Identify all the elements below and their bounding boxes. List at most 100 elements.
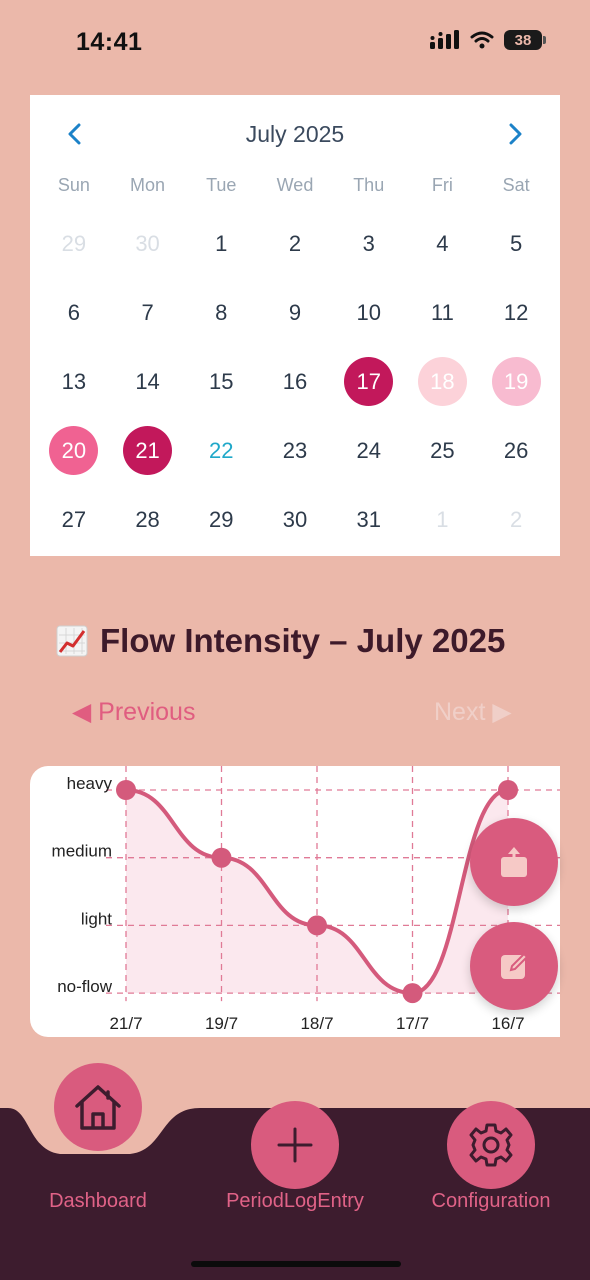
calendar-day[interactable]: 19 — [479, 347, 553, 416]
calendar-day[interactable]: 30 — [258, 485, 332, 554]
calendar-day-number: 12 — [503, 299, 529, 325]
calendar-day[interactable]: 5 — [479, 209, 553, 278]
weekday-label: Mon — [130, 175, 166, 195]
calendar-day[interactable]: 10 — [332, 278, 406, 347]
calendar-day[interactable]: 1 — [406, 485, 480, 554]
calendar-day[interactable]: 4 — [406, 209, 480, 278]
share-icon — [501, 847, 527, 877]
calendar-day-number: 31 — [356, 506, 381, 532]
calendar-day[interactable]: 21 — [111, 416, 185, 485]
calendar-day-number: 15 — [209, 368, 234, 394]
calendar-day[interactable]: 24 — [332, 416, 406, 485]
calendar-day-number: 1 — [215, 230, 228, 256]
calendar-day[interactable]: 22 — [184, 416, 258, 485]
calendar-day[interactable]: 9 — [258, 278, 332, 347]
chart-y-tick-label: heavy — [67, 774, 113, 793]
calendar-day[interactable]: 6 — [37, 278, 111, 347]
chart-svg: no-flow light medium heavy 21/7 19/7 18/7 17/7 1… — [52, 766, 560, 1033]
calendar-header: July 2025 — [30, 95, 560, 171]
weekday-label: Tue — [206, 175, 237, 195]
share-button[interactable] — [470, 818, 558, 906]
calendar-day[interactable]: 27 — [37, 485, 111, 554]
nav-period-log-entry-button[interactable] — [251, 1101, 339, 1189]
chart-data-point — [402, 983, 423, 1004]
battery-level: 38 — [514, 31, 532, 49]
chart-y-tick-label: medium — [52, 842, 112, 861]
chart-increasing-icon — [56, 625, 88, 657]
calendar-day-number: 9 — [288, 299, 302, 325]
weekday-label: Fri — [431, 175, 453, 195]
calendar-day[interactable]: 30 — [111, 209, 185, 278]
weekday-header-row: Sun Mon Tue Wed Thu Fri Sat — [37, 175, 553, 196]
calendar-day[interactable]: 2 — [479, 485, 553, 554]
calendar-month-title: July 2025 — [245, 121, 345, 147]
calendar-day[interactable]: 12 — [479, 278, 553, 347]
calendar-day-number: 13 — [61, 368, 87, 394]
calendar-day-number: 26 — [503, 437, 529, 463]
calendar-day-number: 4 — [436, 230, 449, 256]
calendar-day[interactable]: 29 — [37, 209, 111, 278]
calendar-day-number: 11 — [431, 299, 454, 325]
nav-dashboard-label[interactable]: Dashboard — [40, 1190, 156, 1213]
home-indicator — [191, 1261, 401, 1267]
plus-icon — [277, 1127, 313, 1163]
chart-x-tick-label: 16/7 — [491, 1014, 524, 1033]
gear-icon — [469, 1123, 513, 1167]
edit-icon — [501, 952, 529, 979]
calendar-day[interactable]: 3 — [332, 209, 406, 278]
weekday-label: Sat — [502, 175, 530, 195]
chevron-right-icon — [509, 123, 522, 145]
next-month-button[interactable] — [494, 119, 534, 149]
calendar-day-number: 7 — [141, 299, 154, 325]
calendar-day-number: 16 — [282, 368, 308, 394]
calendar-day[interactable]: 14 — [111, 347, 185, 416]
calendar-day[interactable]: 13 — [37, 347, 111, 416]
calendar-day[interactable]: 26 — [479, 416, 553, 485]
calendar-day-number: 30 — [135, 230, 160, 256]
calendar-day[interactable]: 18 — [406, 347, 480, 416]
chart-x-tick-label: 18/7 — [300, 1014, 333, 1033]
calendar-day-number: 22 — [209, 437, 234, 463]
calendar-day[interactable]: 29 — [184, 485, 258, 554]
chart-heading: Flow Intensity – July 2025 — [56, 622, 505, 660]
calendar-day[interactable]: 15 — [184, 347, 258, 416]
flow-intensity-chart: no-flow light medium heavy 21/7 19/7 18/7 17/7 1… — [30, 766, 560, 1037]
chart-y-tick-label: no-flow — [57, 977, 113, 996]
weekday-label: Sun — [57, 175, 90, 195]
nav-configuration-button[interactable] — [447, 1101, 535, 1189]
next-page-button[interactable]: Next ▶ — [434, 697, 512, 727]
calendar-day-number: 18 — [417, 357, 467, 406]
calendar-day-number: 5 — [510, 230, 523, 256]
calendar-day[interactable]: 31 — [332, 485, 406, 554]
edit-button[interactable] — [470, 922, 558, 1010]
calendar-day-number: 24 — [356, 437, 381, 463]
calendar-day[interactable]: 28 — [111, 485, 185, 554]
calendar-day[interactable]: 1 — [184, 209, 258, 278]
bottom-navigation: Dashboard PeriodLogEntry Configuration — [0, 1060, 590, 1280]
nav-dashboard-button[interactable] — [54, 1063, 142, 1151]
nav-period-log-entry-label[interactable]: PeriodLogEntry — [212, 1190, 378, 1213]
status-icons: 38 — [430, 30, 546, 50]
calendar-day[interactable]: 17 — [332, 347, 406, 416]
calendar-day[interactable]: 2 — [258, 209, 332, 278]
calendar-day-number: 30 — [282, 506, 308, 532]
calendar-day[interactable]: 23 — [258, 416, 332, 485]
calendar-day-number: 25 — [430, 437, 455, 463]
previous-page-button[interactable]: ◀ Previous — [72, 697, 195, 727]
calendar-day-number: 3 — [362, 230, 375, 256]
chart-x-tick-label: 17/7 — [396, 1014, 429, 1033]
chart-x-tick-label: 21/7 — [109, 1014, 142, 1033]
calendar-day[interactable]: 16 — [258, 347, 332, 416]
calendar-day-grid: 29 30 1 2 3 4 5 6 7 8 9 10 11 12 13 14 15 16 17 18 19 20 21 22 2… — [37, 209, 553, 554]
calendar-day-number: 28 — [135, 506, 160, 532]
calendar-day-number: 14 — [135, 368, 160, 394]
calendar-day-number: 2 — [510, 506, 523, 532]
calendar-day[interactable]: 11 — [406, 278, 480, 347]
calendar-day[interactable]: 7 — [111, 278, 185, 347]
battery-icon: 38 — [504, 30, 546, 50]
nav-configuration-label[interactable]: Configuration — [420, 1190, 562, 1213]
calendar-day-number: 2 — [288, 230, 302, 256]
calendar-day[interactable]: 8 — [184, 278, 258, 347]
calendar-day[interactable]: 25 — [406, 416, 480, 485]
calendar-day[interactable]: 20 — [37, 416, 111, 485]
